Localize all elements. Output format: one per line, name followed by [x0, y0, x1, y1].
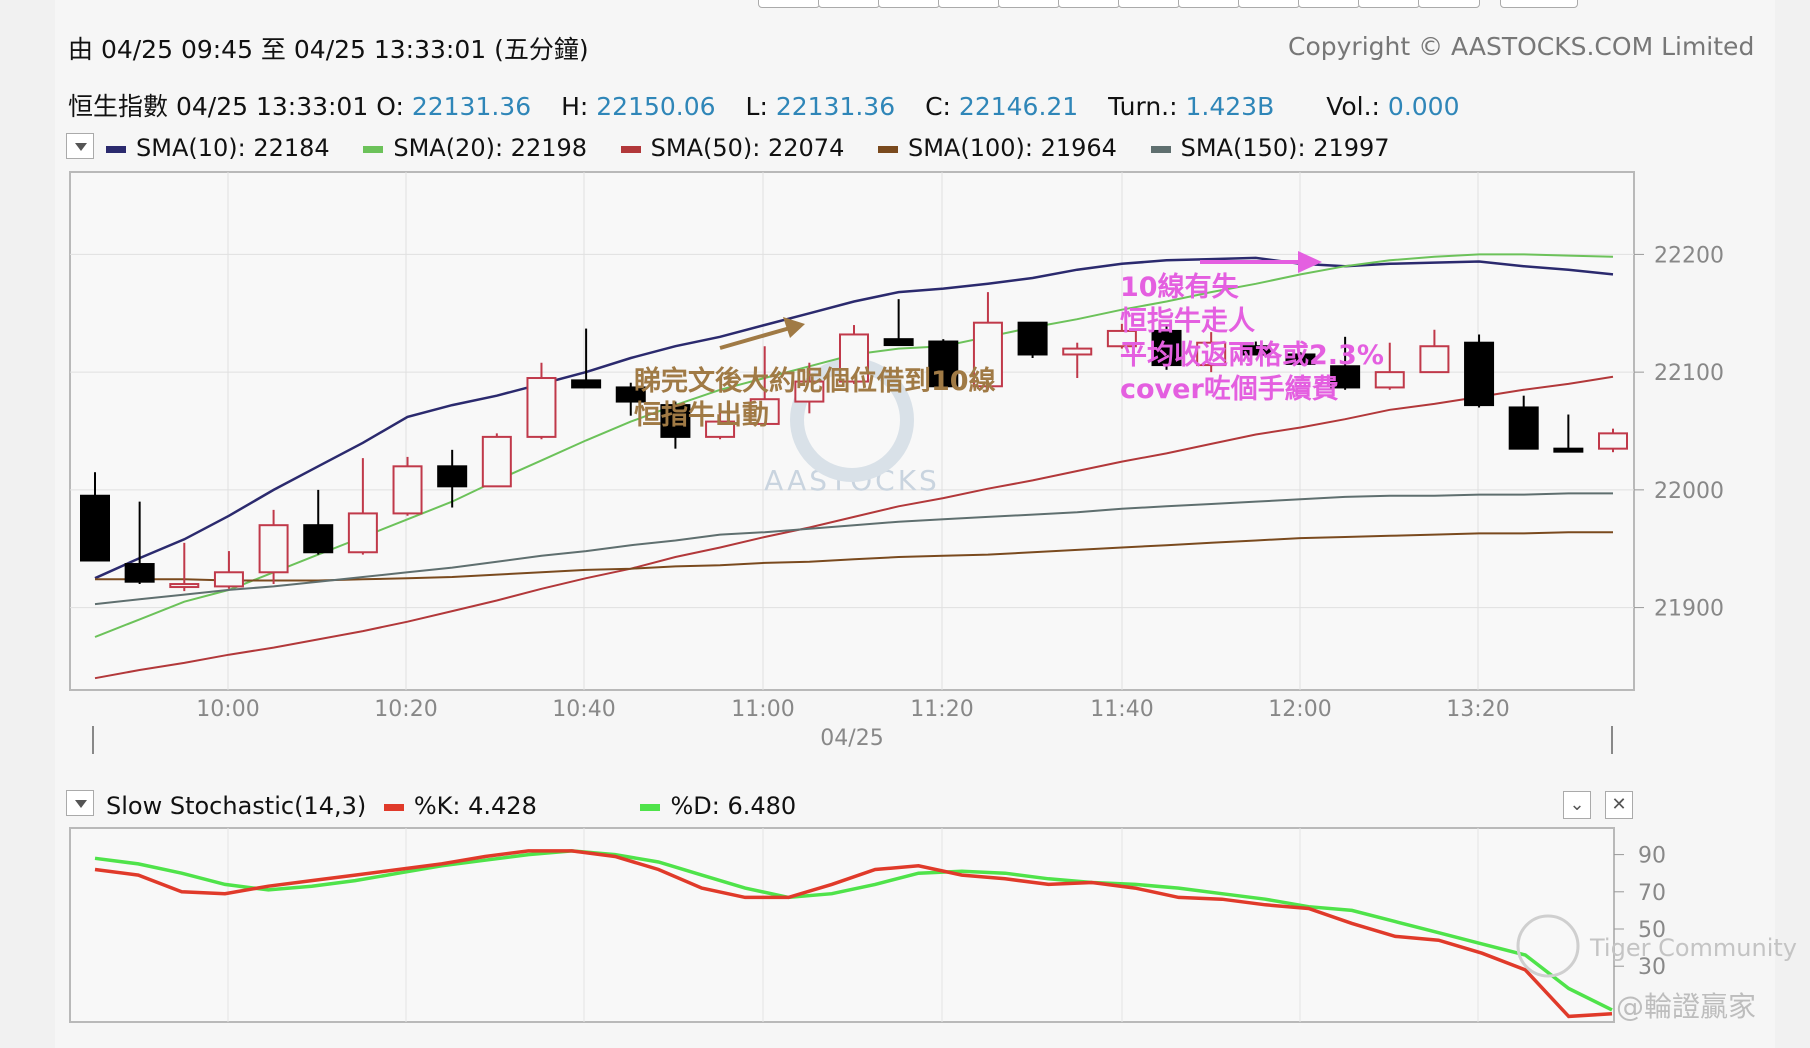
candle-body	[437, 465, 468, 488]
annotation-text: 平均收返兩格或2.3%	[1120, 340, 1384, 371]
k-value: %K: 4.428	[413, 792, 537, 820]
plot-area	[69, 171, 1635, 691]
annotation-text: 恒指牛出動	[634, 400, 769, 431]
y-tick-label: 22000	[1654, 479, 1724, 504]
stoch-title: Slow Stochastic(14,3)	[106, 792, 367, 820]
stoch-legend: Slow Stochastic(14,3) %K: 4.428 %D: 6.48…	[106, 792, 796, 820]
annotation-text: 恒指牛走人	[1120, 306, 1255, 337]
candle-body	[258, 524, 289, 574]
x-tick-label: 11:00	[731, 697, 794, 722]
y-tick-label: 22200	[1654, 243, 1724, 268]
candle-body	[1062, 347, 1093, 356]
candle-body	[169, 583, 200, 589]
annotation-text: 10線有失	[1120, 271, 1240, 303]
candle-body	[1508, 406, 1539, 450]
x-tick-label: 10:40	[552, 697, 615, 722]
candle-body	[80, 494, 110, 562]
candle-body	[392, 465, 423, 515]
candle-body	[1017, 321, 1048, 356]
candle-body	[347, 512, 378, 554]
y-tick-label: 21900	[1654, 597, 1724, 622]
x-tick-label: 10:20	[374, 697, 437, 722]
candle-body	[1464, 341, 1495, 407]
date-label: 04/25	[820, 726, 883, 751]
annotation-text: 睇完文後大約呢個位借到10線	[634, 365, 996, 397]
k-swatch	[383, 803, 404, 811]
x-tick-label: 12:00	[1268, 697, 1331, 722]
candle-body	[1374, 371, 1405, 389]
candle-body	[571, 379, 602, 389]
y-tick-label: 22100	[1654, 361, 1724, 386]
x-tick-label: 10:00	[196, 697, 259, 722]
x-tick-label: 11:20	[910, 697, 973, 722]
candle-body	[124, 563, 155, 583]
candle-body	[1598, 432, 1628, 450]
candle-body	[883, 338, 914, 347]
candle-body	[526, 377, 557, 438]
price-chart: AASTOCKS2220022100220002190010:00 10:20 10…	[69, 171, 1724, 754]
candle-body	[213, 571, 244, 588]
d-swatch	[640, 803, 661, 811]
stoch-dropdown-button[interactable]	[66, 790, 94, 816]
d-value: %D: 6.480	[670, 792, 797, 820]
collapse-icon[interactable]: ⌄	[1563, 791, 1591, 819]
close-icon[interactable]: ✕	[1605, 791, 1633, 819]
candle-body	[303, 524, 334, 554]
x-tick-label: 13:20	[1446, 697, 1509, 722]
x-tick-label: 11:40	[1090, 697, 1153, 722]
annotation-text: cover咗個手續費	[1120, 373, 1339, 405]
candle-body	[481, 435, 512, 488]
candle-body	[1553, 447, 1584, 453]
candle-body	[1419, 345, 1450, 374]
